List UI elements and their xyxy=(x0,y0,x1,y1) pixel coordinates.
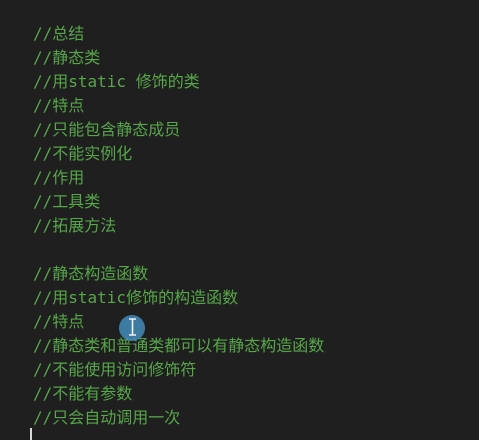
code-line[interactable]: //工具类 xyxy=(33,190,479,214)
code-text-area[interactable]: //总结 //静态类 //用static 修饰的类 //特点 //只能包含静态成… xyxy=(33,22,479,430)
code-line-empty[interactable] xyxy=(33,238,479,262)
code-line[interactable]: //用static 修饰的类 xyxy=(33,70,479,94)
code-line[interactable]: //不能实例化 xyxy=(33,142,479,166)
code-line[interactable]: //特点 xyxy=(33,94,479,118)
i-beam-cursor-icon xyxy=(129,318,136,336)
text-caret xyxy=(30,428,32,440)
code-line[interactable]: //只会自动调用一次 xyxy=(33,406,479,430)
code-editor[interactable]: //总结 //静态类 //用static 修饰的类 //特点 //只能包含静态成… xyxy=(0,0,479,440)
code-line[interactable]: //拓展方法 xyxy=(33,214,479,238)
code-line[interactable]: //用static修饰的构造函数 xyxy=(33,286,479,310)
code-line[interactable]: //只能包含静态成员 xyxy=(33,118,479,142)
code-line[interactable]: //不能使用访问修饰符 xyxy=(33,358,479,382)
code-line[interactable]: //特点 xyxy=(33,310,479,334)
code-line[interactable]: //不能有参数 xyxy=(33,382,479,406)
code-line[interactable]: //静态构造函数 xyxy=(33,262,479,286)
code-line[interactable]: //总结 xyxy=(33,22,479,46)
code-line[interactable]: //静态类 xyxy=(33,46,479,70)
code-line[interactable]: //静态类和普通类都可以有静态构造函数 xyxy=(33,334,479,358)
code-line[interactable]: //作用 xyxy=(33,166,479,190)
